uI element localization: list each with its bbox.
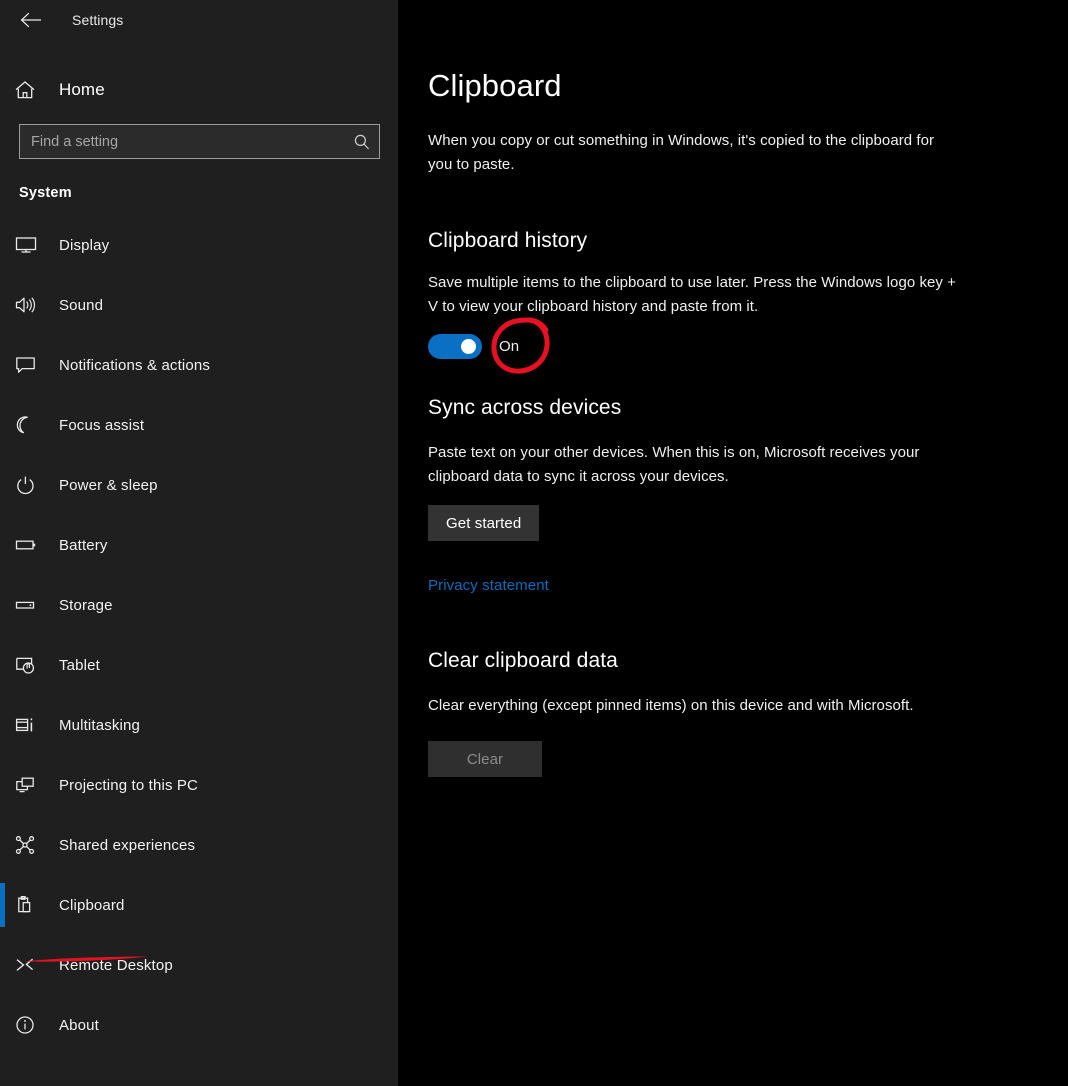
section-description-clipboard-history: Save multiple items to the clipboard to … (428, 274, 956, 315)
tablet-touch-icon (14, 655, 48, 675)
page-title: Clipboard (428, 68, 562, 103)
monitor-icon (14, 235, 48, 255)
search-input[interactable] (20, 133, 345, 150)
clipboard-history-toggle[interactable] (428, 334, 482, 359)
sidebar-item-label: About (59, 1016, 99, 1034)
sidebar-nav-list: Display Sound Notifications & actions Fo… (0, 215, 398, 1055)
sidebar-item-label: Power & sleep (59, 476, 158, 494)
sidebar-item-label-home: Home (59, 80, 105, 99)
settings-sidebar: Settings Home System (0, 0, 398, 1086)
app-title: Settings (72, 12, 124, 28)
sidebar-item-sound[interactable]: Sound (0, 275, 398, 335)
sidebar-item-shared-experiences[interactable]: Shared experiences (0, 815, 398, 875)
sidebar-item-label: Multitasking (59, 716, 140, 734)
sidebar-item-label: Tablet (59, 656, 100, 674)
section-heading-clipboard-history: Clipboard history (428, 229, 588, 252)
sidebar-item-notifications[interactable]: Notifications & actions (0, 335, 398, 395)
clear-button[interactable]: Clear (428, 741, 542, 777)
sidebar-item-label: Display (59, 236, 110, 254)
intro-description: When you copy or cut something in Window… (428, 132, 935, 173)
back-arrow-icon[interactable] (8, 4, 54, 36)
search-box[interactable] (19, 124, 380, 159)
notification-balloon-icon (14, 355, 48, 375)
search-icon[interactable] (345, 133, 379, 151)
sidebar-item-home[interactable]: Home (0, 68, 398, 112)
sidebar-item-label: Notifications & actions (59, 356, 211, 374)
sidebar-item-label: Clipboard (59, 896, 125, 914)
storage-drive-icon (14, 595, 48, 615)
sidebar-item-label: Shared experiences (59, 836, 196, 854)
toggle-knob (461, 339, 476, 354)
battery-icon (14, 535, 48, 555)
sidebar-item-label: Projecting to this PC (59, 776, 199, 794)
remote-desktop-arrows-icon (14, 955, 48, 975)
sidebar-item-tablet[interactable]: Tablet (0, 635, 398, 695)
main-content: Clipboard When you copy or cut something… (398, 0, 1068, 1086)
sidebar-item-display[interactable]: Display (0, 215, 398, 275)
home-icon (14, 80, 48, 100)
sidebar-group-title: System (19, 185, 72, 201)
sidebar-item-label: Battery (59, 536, 108, 554)
speaker-icon (14, 295, 48, 315)
sidebar-item-remote-desktop[interactable]: Remote Desktop (0, 935, 398, 995)
sidebar-item-power-sleep[interactable]: Power & sleep (0, 455, 398, 515)
multitasking-icon (14, 715, 48, 735)
sidebar-item-battery[interactable]: Battery (0, 515, 398, 575)
get-started-button[interactable]: Get started (428, 505, 540, 541)
sidebar-item-multitasking[interactable]: Multitasking (0, 695, 398, 755)
section-description-sync-across-devices: Paste text on your other devices. When t… (428, 444, 920, 485)
title-bar: Settings (0, 0, 398, 40)
info-circle-icon (14, 1015, 48, 1035)
privacy-statement-link[interactable]: Privacy statement (428, 577, 549, 594)
sidebar-item-clipboard[interactable]: Clipboard (0, 875, 398, 935)
sidebar-item-projecting[interactable]: Projecting to this PC (0, 755, 398, 815)
clipboard-history-toggle-row: On (428, 317, 1038, 374)
clipboard-icon (14, 895, 48, 915)
section-heading-sync-across-devices: Sync across devices (428, 396, 622, 419)
toggle-state-label: On (499, 338, 520, 355)
moon-icon (14, 415, 48, 435)
sidebar-item-label: Remote Desktop (59, 956, 173, 974)
power-icon (14, 475, 48, 495)
shared-nodes-icon (14, 835, 48, 855)
sidebar-item-storage[interactable]: Storage (0, 575, 398, 635)
sidebar-item-about[interactable]: About (0, 995, 398, 1055)
sidebar-item-label: Storage (59, 596, 113, 614)
sidebar-item-label: Sound (59, 296, 104, 314)
sidebar-item-label: Focus assist (59, 416, 145, 434)
section-heading-clear-clipboard-data: Clear clipboard data (428, 649, 618, 672)
projecting-screens-icon (14, 775, 48, 795)
section-description-clear-clipboard-data: Clear everything (except pinned items) o… (428, 697, 914, 714)
sidebar-item-focus-assist[interactable]: Focus assist (0, 395, 398, 455)
